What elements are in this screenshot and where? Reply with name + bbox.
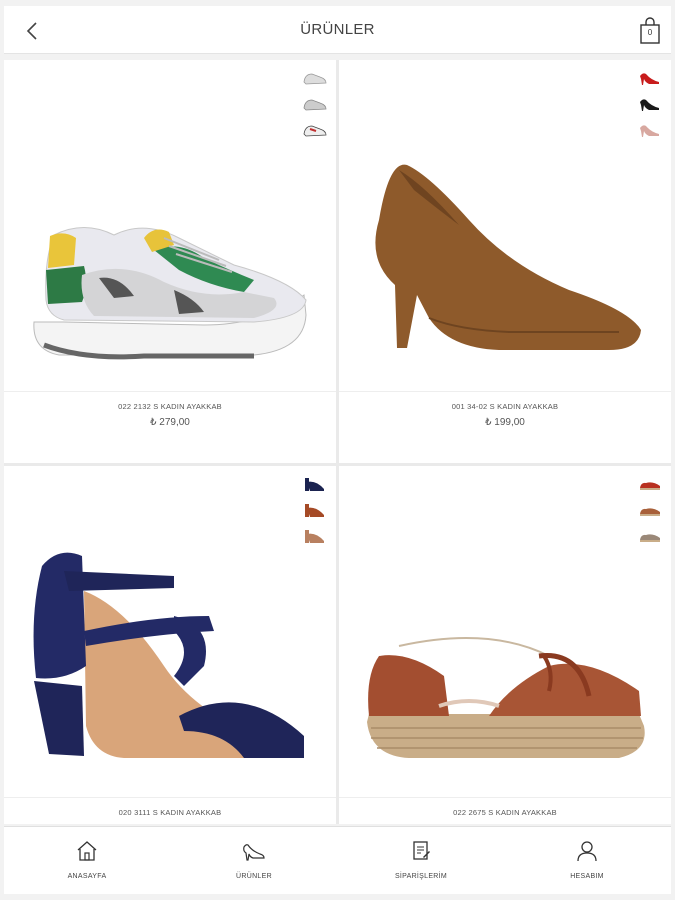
nav-label: SİPARİŞLERİM xyxy=(394,873,448,880)
product-price: ₺ 279,00 xyxy=(150,417,190,428)
page-title: ÜRÜNLER xyxy=(300,21,375,38)
app-header: ÜRÜNLER 0 xyxy=(4,6,671,54)
color-swatches xyxy=(302,68,330,146)
product-grid: 022 2132 S KADIN AYAKKAB ₺ 279,00 001 34… xyxy=(4,60,671,824)
product-info: 020 3111 S KADIN AYAKKAB xyxy=(4,797,336,824)
swatch-pump-nude[interactable] xyxy=(637,120,663,140)
nav-label: ANASAYFA xyxy=(67,873,107,880)
product-card[interactable]: 022 2675 S KADIN AYAKKAB xyxy=(339,466,671,824)
swatch-pump-red[interactable] xyxy=(637,68,663,88)
nav-home[interactable]: ANASAYFA xyxy=(27,827,147,895)
product-card[interactable]: 022 2132 S KADIN AYAKKAB ₺ 279,00 xyxy=(4,60,336,463)
cart-button[interactable]: 0 xyxy=(639,17,661,45)
orders-icon xyxy=(413,841,430,860)
swatch-sandal-rust[interactable] xyxy=(302,500,328,520)
swatch-espadrille-red[interactable] xyxy=(637,474,663,494)
product-image-sneaker[interactable] xyxy=(4,60,336,391)
product-name: 022 2132 S KADIN AYAKKAB xyxy=(118,402,222,411)
product-name: 022 2675 S KADIN AYAKKAB xyxy=(453,808,557,817)
product-image-espadrille[interactable] xyxy=(339,466,671,797)
swatch-espadrille-taupe[interactable] xyxy=(637,526,663,546)
nav-label: HESABIM xyxy=(570,873,604,880)
swatch-sandal-tan[interactable] xyxy=(302,526,328,546)
swatch-pump-black[interactable] xyxy=(637,94,663,114)
swatch-sneaker-variant[interactable] xyxy=(302,120,328,140)
product-name: 001 34-02 S KADIN AYAKKAB xyxy=(451,402,559,411)
user-icon xyxy=(577,841,597,862)
product-image-pump[interactable] xyxy=(339,60,671,391)
cart-count: 0 xyxy=(647,28,653,37)
bottom-navigation: ANASAYFA ÜRÜNLER SİPARİŞLERİM HESABIM xyxy=(4,826,671,894)
heel-shoe-icon xyxy=(243,844,265,861)
nav-label: ÜRÜNLER xyxy=(236,873,272,880)
swatch-espadrille-rust[interactable] xyxy=(637,500,663,520)
product-name: 020 3111 S KADIN AYAKKAB xyxy=(118,808,222,817)
swatch-sneaker-variant[interactable] xyxy=(302,68,328,88)
product-info: 022 2675 S KADIN AYAKKAB xyxy=(339,797,671,824)
product-info: 001 34-02 S KADIN AYAKKAB ₺ 199,00 xyxy=(339,391,671,463)
product-info: 022 2132 S KADIN AYAKKAB ₺ 279,00 xyxy=(4,391,336,463)
product-price: ₺ 199,00 xyxy=(485,417,525,428)
color-swatches xyxy=(637,474,665,552)
nav-products[interactable]: ÜRÜNLER xyxy=(194,827,314,895)
swatch-sneaker-variant[interactable] xyxy=(302,94,328,114)
color-swatches xyxy=(302,474,330,552)
swatch-sandal-navy[interactable] xyxy=(302,474,328,494)
color-swatches xyxy=(637,68,665,146)
nav-account[interactable]: HESABIM xyxy=(527,827,647,895)
product-image-sandal[interactable] xyxy=(4,466,336,797)
home-icon xyxy=(77,841,97,861)
product-card[interactable]: 020 3111 S KADIN AYAKKAB xyxy=(4,466,336,824)
product-card[interactable]: 001 34-02 S KADIN AYAKKAB ₺ 199,00 xyxy=(339,60,671,463)
nav-orders[interactable]: SİPARİŞLERİM xyxy=(361,827,481,895)
